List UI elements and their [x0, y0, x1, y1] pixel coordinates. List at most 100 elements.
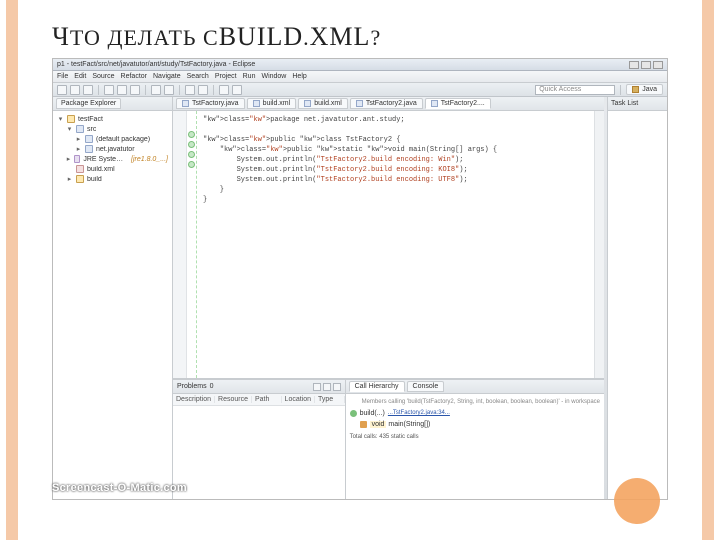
perspective-label: Java	[642, 86, 657, 93]
menu-file[interactable]: File	[57, 73, 68, 80]
editor-tab[interactable]: TstFactory2....	[425, 98, 491, 109]
run-last-icon[interactable]	[130, 85, 140, 95]
menu-refactor[interactable]: Refactor	[121, 73, 147, 80]
save-icon[interactable]	[70, 85, 80, 95]
new-class-icon[interactable]	[164, 85, 174, 95]
file-icon	[253, 100, 260, 107]
toolbar-sep	[620, 85, 621, 95]
tree-toggle-icon[interactable]: ▸	[66, 175, 73, 183]
minimize-button[interactable]	[629, 61, 639, 69]
jar-icon	[74, 155, 80, 163]
tree-node[interactable]: ▾src	[57, 124, 168, 134]
debug-icon[interactable]	[104, 85, 114, 95]
call-hierarchy-row[interactable]: void main(String[])	[360, 419, 600, 430]
tree-node[interactable]: build.xml	[57, 164, 168, 174]
call-hierarchy-header: Members calling 'build(TstFactory2, Stri…	[362, 397, 600, 408]
menu-bar: File Edit Source Refactor Navigate Searc…	[53, 71, 667, 83]
call-item-label: void main(String[])	[370, 419, 431, 430]
menu-help[interactable]: Help	[292, 73, 306, 80]
editor-tab-bar: TstFactory.javabuild.xmlbuild.xmlTstFact…	[173, 97, 604, 111]
editor-tab[interactable]: TstFactory.java	[176, 98, 245, 109]
menu-project[interactable]: Project	[215, 73, 237, 80]
col-resource[interactable]: Resource	[215, 396, 252, 403]
panel-max-icon[interactable]	[333, 383, 341, 391]
tree-label: testFact	[78, 116, 103, 123]
new-package-icon[interactable]	[151, 85, 161, 95]
tree-toggle-icon[interactable]: ▸	[66, 155, 71, 163]
editor-gutter	[173, 111, 187, 378]
window-titlebar[interactable]: p1 - testFact/src/net/javatutor/ant/stud…	[53, 59, 667, 71]
toolbar: Quick Access Java	[53, 83, 667, 97]
tree-node[interactable]: ▸ build	[57, 174, 168, 184]
save-all-icon[interactable]	[83, 85, 93, 95]
tree-node[interactable]: ▾ testFact	[57, 114, 168, 124]
close-button[interactable]	[653, 61, 663, 69]
code-editor[interactable]: "kw">class="kw">package net.javatutor.an…	[197, 111, 594, 378]
tree-toggle-icon[interactable]: ▸	[75, 145, 82, 153]
tree-label: (default package)	[96, 136, 150, 143]
open-type-icon[interactable]	[185, 85, 195, 95]
tree-suffix: [jre1.8.0_...]	[131, 156, 168, 163]
col-path[interactable]: Path	[252, 396, 282, 403]
col-description[interactable]: Description	[173, 396, 215, 403]
task-list-panel: Task List	[607, 97, 667, 499]
file-icon	[304, 100, 311, 107]
maximize-button[interactable]	[641, 61, 651, 69]
menu-search[interactable]: Search	[187, 73, 209, 80]
editor-tab[interactable]: build.xml	[247, 98, 297, 109]
menu-run[interactable]: Run	[243, 73, 256, 80]
call-hierarchy-row[interactable]: build(...) ...TstFactory2.java:34...	[350, 408, 600, 419]
file-icon	[356, 100, 363, 107]
col-type[interactable]: Type	[315, 396, 345, 403]
tab-console[interactable]: Console	[407, 381, 445, 392]
ide-window: p1 - testFact/src/net/javatutor/ant/stud…	[52, 58, 668, 500]
new-icon[interactable]	[57, 85, 67, 95]
tab-package-explorer[interactable]: Package Explorer	[56, 98, 121, 109]
tab-call-hierarchy[interactable]: Call Hierarchy	[349, 381, 405, 392]
tree-node[interactable]: ▸ (default package)	[57, 134, 168, 144]
back-icon[interactable]	[219, 85, 229, 95]
project-tree[interactable]: ▾testFact▾src▸(default package)▸net.java…	[53, 111, 172, 499]
slide-title: ЧТО ДЕЛАТЬ СBUILD.XML?	[52, 22, 381, 52]
tree-node[interactable]: ▸ JRE System Library [jre1.8.0_...]	[57, 154, 168, 164]
toolbar-sep	[179, 85, 180, 95]
tree-toggle-icon[interactable]: ▸	[75, 135, 82, 143]
panel-menu-icon[interactable]	[313, 383, 321, 391]
watermark: Screencast-O-Matic.com	[52, 482, 187, 494]
editor-tab[interactable]: TstFactory2.java	[350, 98, 423, 109]
tree-label: net.javatutor	[96, 146, 135, 153]
proj-icon	[67, 115, 75, 123]
java-perspective-icon	[632, 86, 639, 93]
package-explorer-panel: Package Explorer ▾testFact▾src▸(default …	[53, 97, 173, 499]
tab-task-list[interactable]: Task List	[611, 100, 638, 107]
menu-source[interactable]: Source	[92, 73, 114, 80]
tree-toggle-icon[interactable]: ▾	[57, 115, 64, 123]
menu-navigate[interactable]: Navigate	[153, 73, 181, 80]
editor-tab-label: build.xml	[263, 100, 291, 107]
tree-label: build	[87, 176, 102, 183]
toolbar-sep	[98, 85, 99, 95]
menu-edit[interactable]: Edit	[74, 73, 86, 80]
menu-window[interactable]: Window	[261, 73, 286, 80]
problems-panel: Problems 0 Description Resource Path	[173, 380, 346, 499]
toolbar-sep	[213, 85, 214, 95]
marker-icon	[188, 131, 195, 138]
editor-tab[interactable]: build.xml	[298, 98, 348, 109]
quick-access-input[interactable]: Quick Access	[535, 85, 615, 95]
call-totals: Total calls: 435 static calls	[350, 432, 600, 443]
call-hierarchy-panel: Call Hierarchy Console Members calling '…	[346, 380, 604, 499]
file-icon	[182, 100, 189, 107]
tree-node[interactable]: ▸ net.javatutor	[57, 144, 168, 154]
panel-min-icon[interactable]	[323, 383, 331, 391]
forward-icon[interactable]	[232, 85, 242, 95]
editor-vscrollbar[interactable]	[594, 111, 604, 378]
problems-title: Problems	[177, 383, 207, 390]
tree-toggle-icon[interactable]: ▾	[66, 125, 73, 133]
search-icon[interactable]	[198, 85, 208, 95]
slide-stripe-left	[6, 0, 18, 540]
run-icon[interactable]	[117, 85, 127, 95]
call-item-link[interactable]: ...TstFactory2.java:34...	[388, 408, 450, 419]
perspective-java[interactable]: Java	[626, 84, 663, 95]
col-location[interactable]: Location	[282, 396, 315, 403]
tree-label: JRE System Library	[83, 156, 128, 163]
